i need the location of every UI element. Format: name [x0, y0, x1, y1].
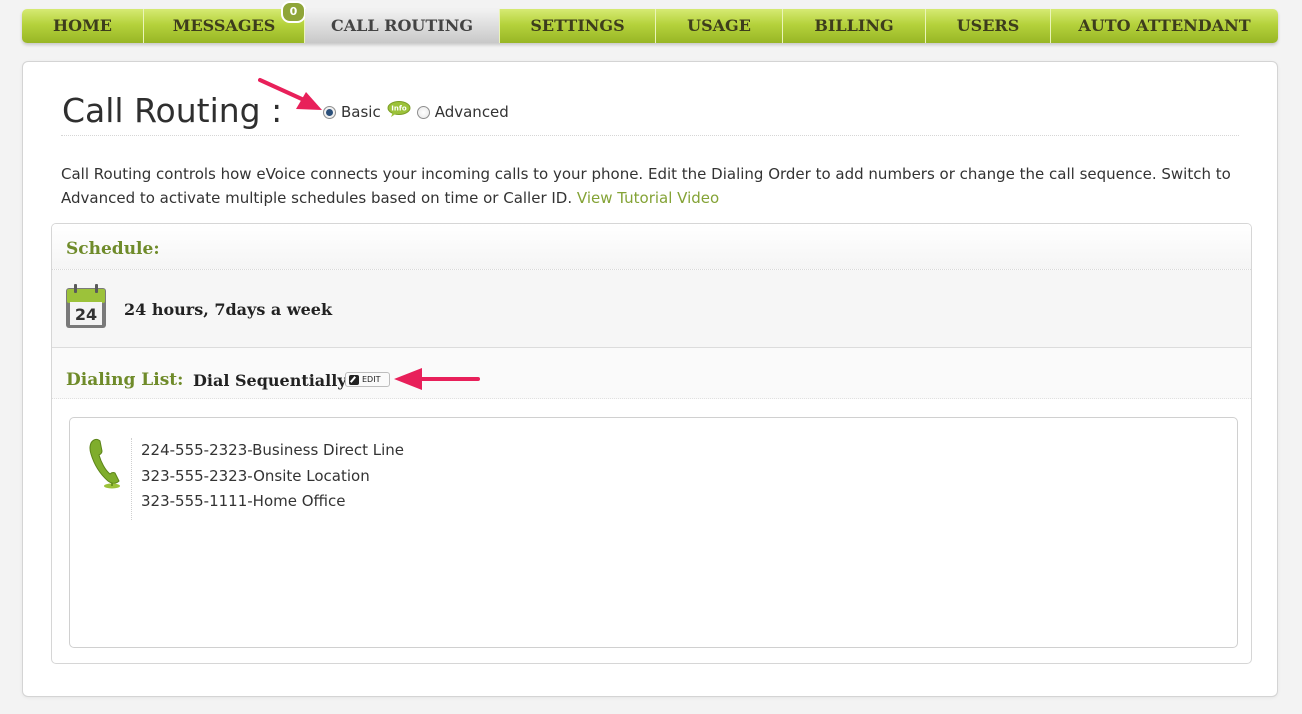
messages-count-badge: 0: [281, 1, 306, 23]
edit-icon: [349, 374, 359, 385]
nav-messages-label: MESSAGES: [172, 16, 276, 35]
nav-users-label: USERS: [956, 16, 1020, 35]
phone-number-item: 323-555-1111-Home Office: [141, 492, 346, 510]
advanced-radio[interactable]: [416, 105, 430, 119]
info-bubble-icon[interactable]: Info: [387, 101, 411, 117]
schedule-header: Schedule:: [52, 224, 1251, 270]
nav-usage-label: USAGE: [687, 16, 751, 35]
nav-users[interactable]: USERS: [926, 9, 1051, 43]
dialing-mode: Dial Sequentially: [193, 371, 347, 390]
main-nav: HOME MESSAGES 0 CALL ROUTING SETTINGS US…: [22, 1, 1278, 43]
nav-usage[interactable]: USAGE: [656, 9, 783, 43]
calendar-day: 24: [75, 305, 97, 324]
phone-number-item: 323-555-2323-Onsite Location: [141, 466, 370, 485]
nav-call-routing-label: CALL ROUTING: [330, 16, 474, 35]
nav-auto-attendant[interactable]: AUTO ATTENDANT: [1051, 9, 1278, 43]
advanced-radio-label[interactable]: Advanced: [435, 103, 509, 121]
tutorial-video-link[interactable]: View Tutorial Video: [577, 189, 719, 207]
schedule-row[interactable]: 24 24 hours, 7days a week: [52, 270, 1251, 348]
info-bubble-text: Info: [391, 105, 407, 113]
nav-messages[interactable]: MESSAGES 0: [144, 1, 306, 43]
routing-description: Call Routing controls how eVoice connect…: [61, 162, 1241, 210]
page-title: Call Routing :: [62, 91, 283, 130]
nav-billing[interactable]: BILLING: [783, 9, 926, 43]
edit-button-label: EDIT: [362, 375, 381, 384]
nav-home[interactable]: HOME: [22, 9, 144, 43]
nav-call-routing[interactable]: CALL ROUTING: [305, 9, 500, 43]
phone-number-list: 224-555-2323-Business Direct Line 323-55…: [141, 438, 404, 515]
schedule-text: 24 hours, 7days a week: [124, 300, 333, 319]
nav-settings[interactable]: SETTINGS: [500, 9, 656, 43]
nav-auto-attendant-label: AUTO ATTENDANT: [1078, 16, 1251, 35]
call-routing-panel: Call Routing : Basic Info Advanced Call …: [22, 61, 1278, 697]
dialing-numbers-box: 224-555-2323-Business Direct Line 323-55…: [69, 417, 1238, 648]
routing-details-box: Schedule: 24 24 hours, 7days a week Dial…: [51, 223, 1252, 664]
basic-radio-label[interactable]: Basic: [341, 103, 381, 121]
phone-divider: [131, 438, 132, 520]
title-divider: [61, 135, 1239, 136]
dialing-list-heading: Dialing List:: [66, 370, 184, 390]
nav-billing-label: BILLING: [814, 16, 894, 35]
phone-number-item: 224-555-2323-Business Direct Line: [141, 441, 404, 459]
nav-home-label: HOME: [53, 16, 112, 35]
schedule-heading: Schedule:: [66, 239, 160, 259]
calendar-icon: 24: [66, 284, 106, 328]
phone-icon: [89, 438, 120, 489]
routing-mode-group: Basic Info Advanced: [323, 101, 509, 123]
basic-radio[interactable]: [323, 105, 336, 119]
nav-settings-label: SETTINGS: [530, 16, 625, 35]
dialing-list-header: Dialing List: Dial Sequentially EDIT: [52, 348, 1251, 399]
edit-dialing-button[interactable]: EDIT: [345, 372, 390, 387]
